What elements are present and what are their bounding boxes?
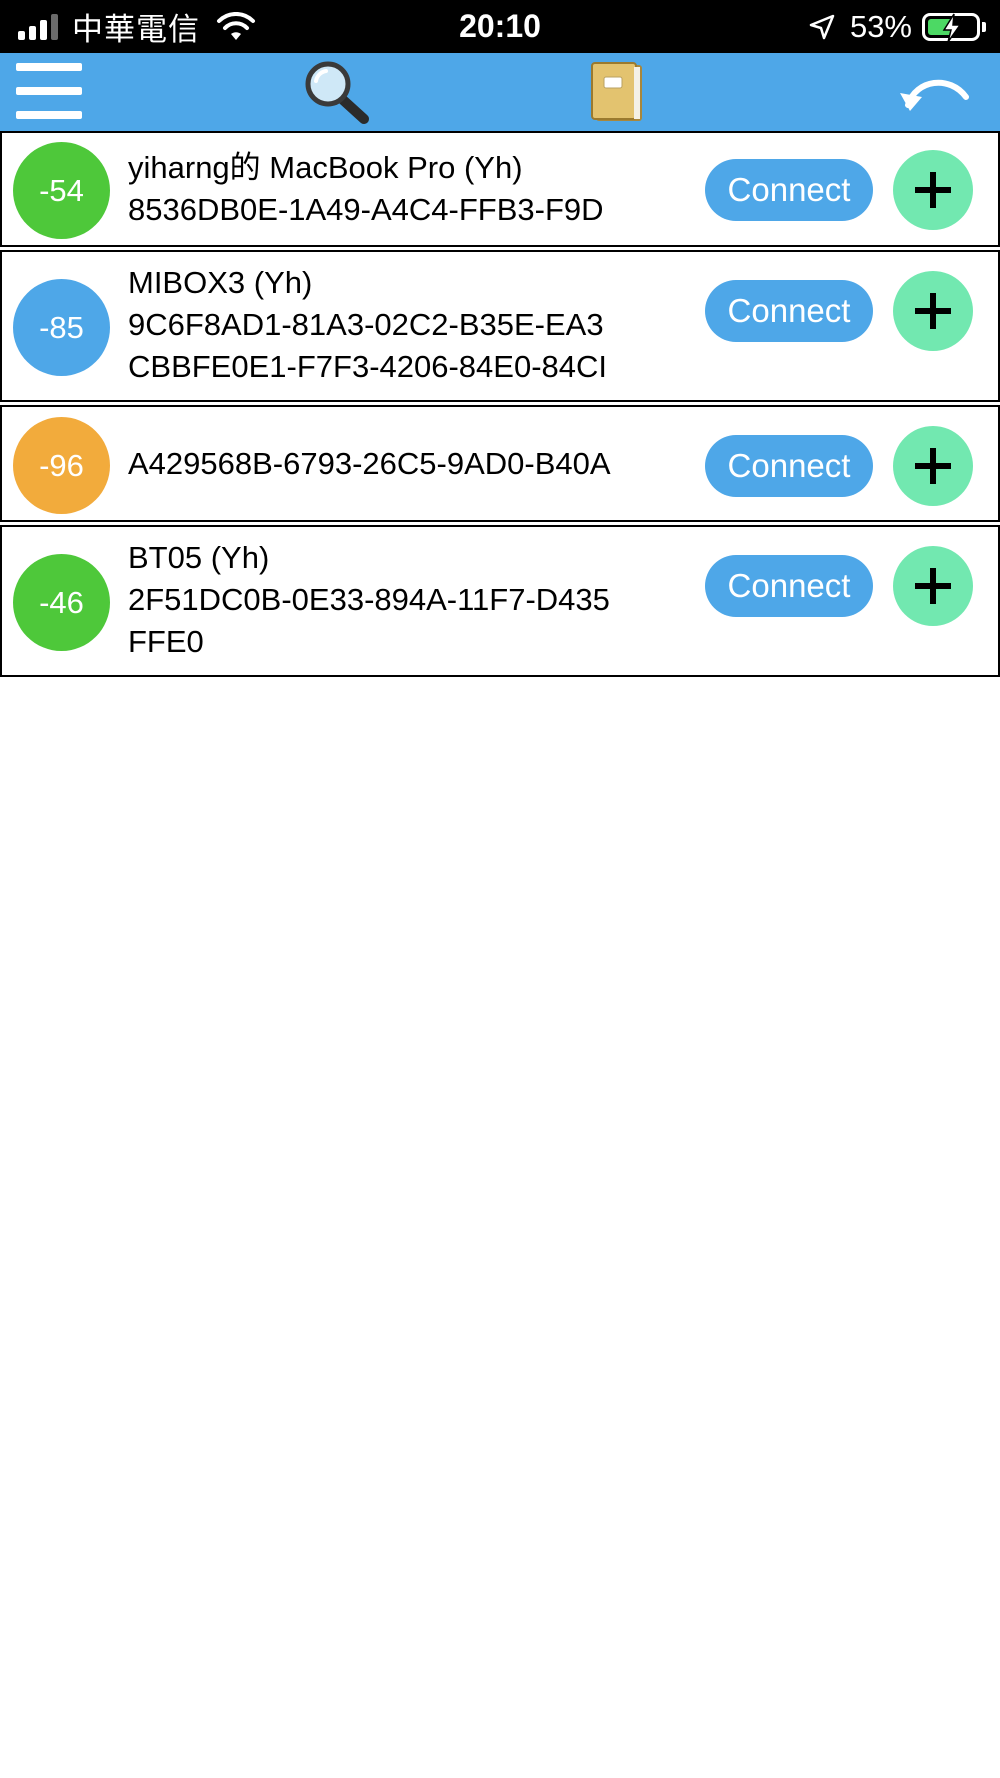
battery-cap xyxy=(982,21,986,32)
device-service: FFE0 xyxy=(128,624,204,659)
add-button[interactable] xyxy=(893,271,973,351)
device-row: -85 MIBOX3 (Yh) 9C6F8AD1-81A3-02C2-B35E-… xyxy=(0,250,1000,402)
status-bar: 中華電信 20:10 53% xyxy=(0,0,1000,53)
device-row: -54 yiharng的 MacBook Pro (Yh) 8536DB0E-1… xyxy=(0,131,1000,247)
device-uuid: A429568B-6793-26C5-9AD0-B40A xyxy=(128,446,611,481)
connect-button[interactable]: Connect xyxy=(705,280,873,342)
device-uuid: CBBFE0E1-F7F3-4206-84E0-84CI xyxy=(128,349,608,384)
connect-button[interactable]: Connect xyxy=(705,159,873,221)
device-uuid: 2F51DC0B-0E33-894A-11F7-D435 xyxy=(128,582,610,617)
device-name: yiharng的 MacBook Pro (Yh) xyxy=(128,150,523,185)
connect-button[interactable]: Connect xyxy=(705,435,873,497)
undo-icon[interactable] xyxy=(898,69,972,119)
book-icon[interactable] xyxy=(590,61,644,123)
rssi-badge: -96 xyxy=(13,417,110,514)
device-info: MIBOX3 (Yh) 9C6F8AD1-81A3-02C2-B35E-EA3 … xyxy=(128,262,660,388)
battery-percent: 53% xyxy=(849,8,912,44)
device-info: yiharng的 MacBook Pro (Yh) 8536DB0E-1A49-… xyxy=(128,147,660,231)
carrier-name: 中華電信 xyxy=(72,12,200,47)
device-info: BT05 (Yh) 2F51DC0B-0E33-894A-11F7-D435 F… xyxy=(128,537,660,663)
device-uuid: 8536DB0E-1A49-A4C4-FFB3-F9D xyxy=(128,192,604,227)
rssi-badge: -46 xyxy=(13,554,110,651)
rssi-badge: -85 xyxy=(13,279,110,376)
battery-charging-icon xyxy=(922,12,980,42)
wifi-icon xyxy=(217,11,255,40)
search-icon[interactable] xyxy=(302,59,370,125)
status-right: 53% xyxy=(808,0,986,53)
device-uuid: 9C6F8AD1-81A3-02C2-B35E-EA3 xyxy=(128,307,604,342)
toolbar xyxy=(0,53,1000,131)
menu-icon[interactable] xyxy=(16,63,82,121)
device-name: BT05 (Yh) xyxy=(128,540,270,575)
add-button[interactable] xyxy=(893,546,973,626)
device-name: MIBOX3 (Yh) xyxy=(128,265,313,300)
device-list: -54 yiharng的 MacBook Pro (Yh) 8536DB0E-1… xyxy=(0,131,1000,677)
status-left: 中華電信 xyxy=(18,0,256,53)
location-arrow-icon xyxy=(809,14,835,39)
add-button[interactable] xyxy=(893,150,973,230)
rssi-badge: -54 xyxy=(13,142,110,239)
device-info: A429568B-6793-26C5-9AD0-B40A xyxy=(128,443,660,485)
signal-icon xyxy=(18,13,58,40)
device-row: -96 A429568B-6793-26C5-9AD0-B40A Connect xyxy=(0,405,1000,522)
device-row: -46 BT05 (Yh) 2F51DC0B-0E33-894A-11F7-D4… xyxy=(0,525,1000,677)
add-button[interactable] xyxy=(893,426,973,506)
connect-button[interactable]: Connect xyxy=(705,555,873,617)
